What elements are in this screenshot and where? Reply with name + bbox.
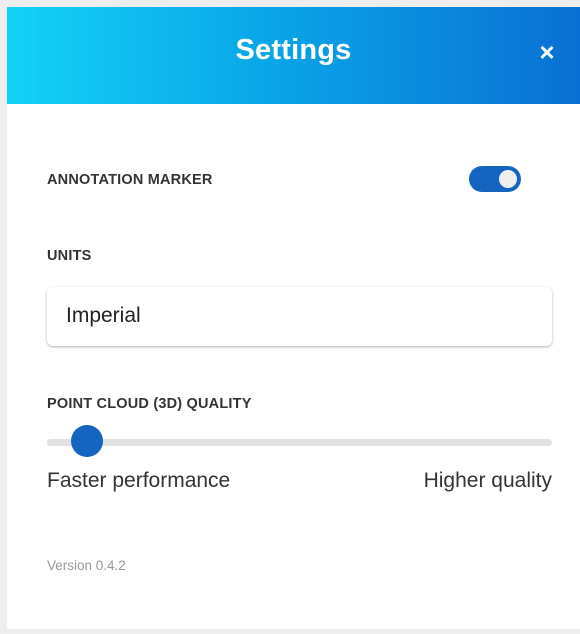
quality-slider-thumb[interactable] xyxy=(71,425,104,457)
settings-header: Settings × xyxy=(7,7,580,104)
toggle-knob xyxy=(499,170,517,188)
annotation-marker-toggle[interactable] xyxy=(469,166,521,192)
settings-panel: Settings × ANNOTATION MARKER UNITS Imper… xyxy=(7,7,580,629)
point-cloud-quality-label: POINT CLOUD (3D) QUALITY xyxy=(47,396,252,412)
units-label: UNITS xyxy=(47,248,92,264)
slider-max-label: Higher quality xyxy=(423,469,552,492)
annotation-marker-label: ANNOTATION MARKER xyxy=(47,172,213,188)
page-title: Settings xyxy=(235,34,352,66)
units-select[interactable]: Imperial xyxy=(47,287,552,346)
units-selected-value: Imperial xyxy=(66,304,141,327)
slider-min-label: Faster performance xyxy=(47,469,231,492)
quality-slider-track[interactable] xyxy=(47,439,552,446)
close-icon: × xyxy=(539,37,555,67)
version-text: Version 0.4.2 xyxy=(47,558,126,573)
close-button[interactable]: × xyxy=(532,37,562,67)
